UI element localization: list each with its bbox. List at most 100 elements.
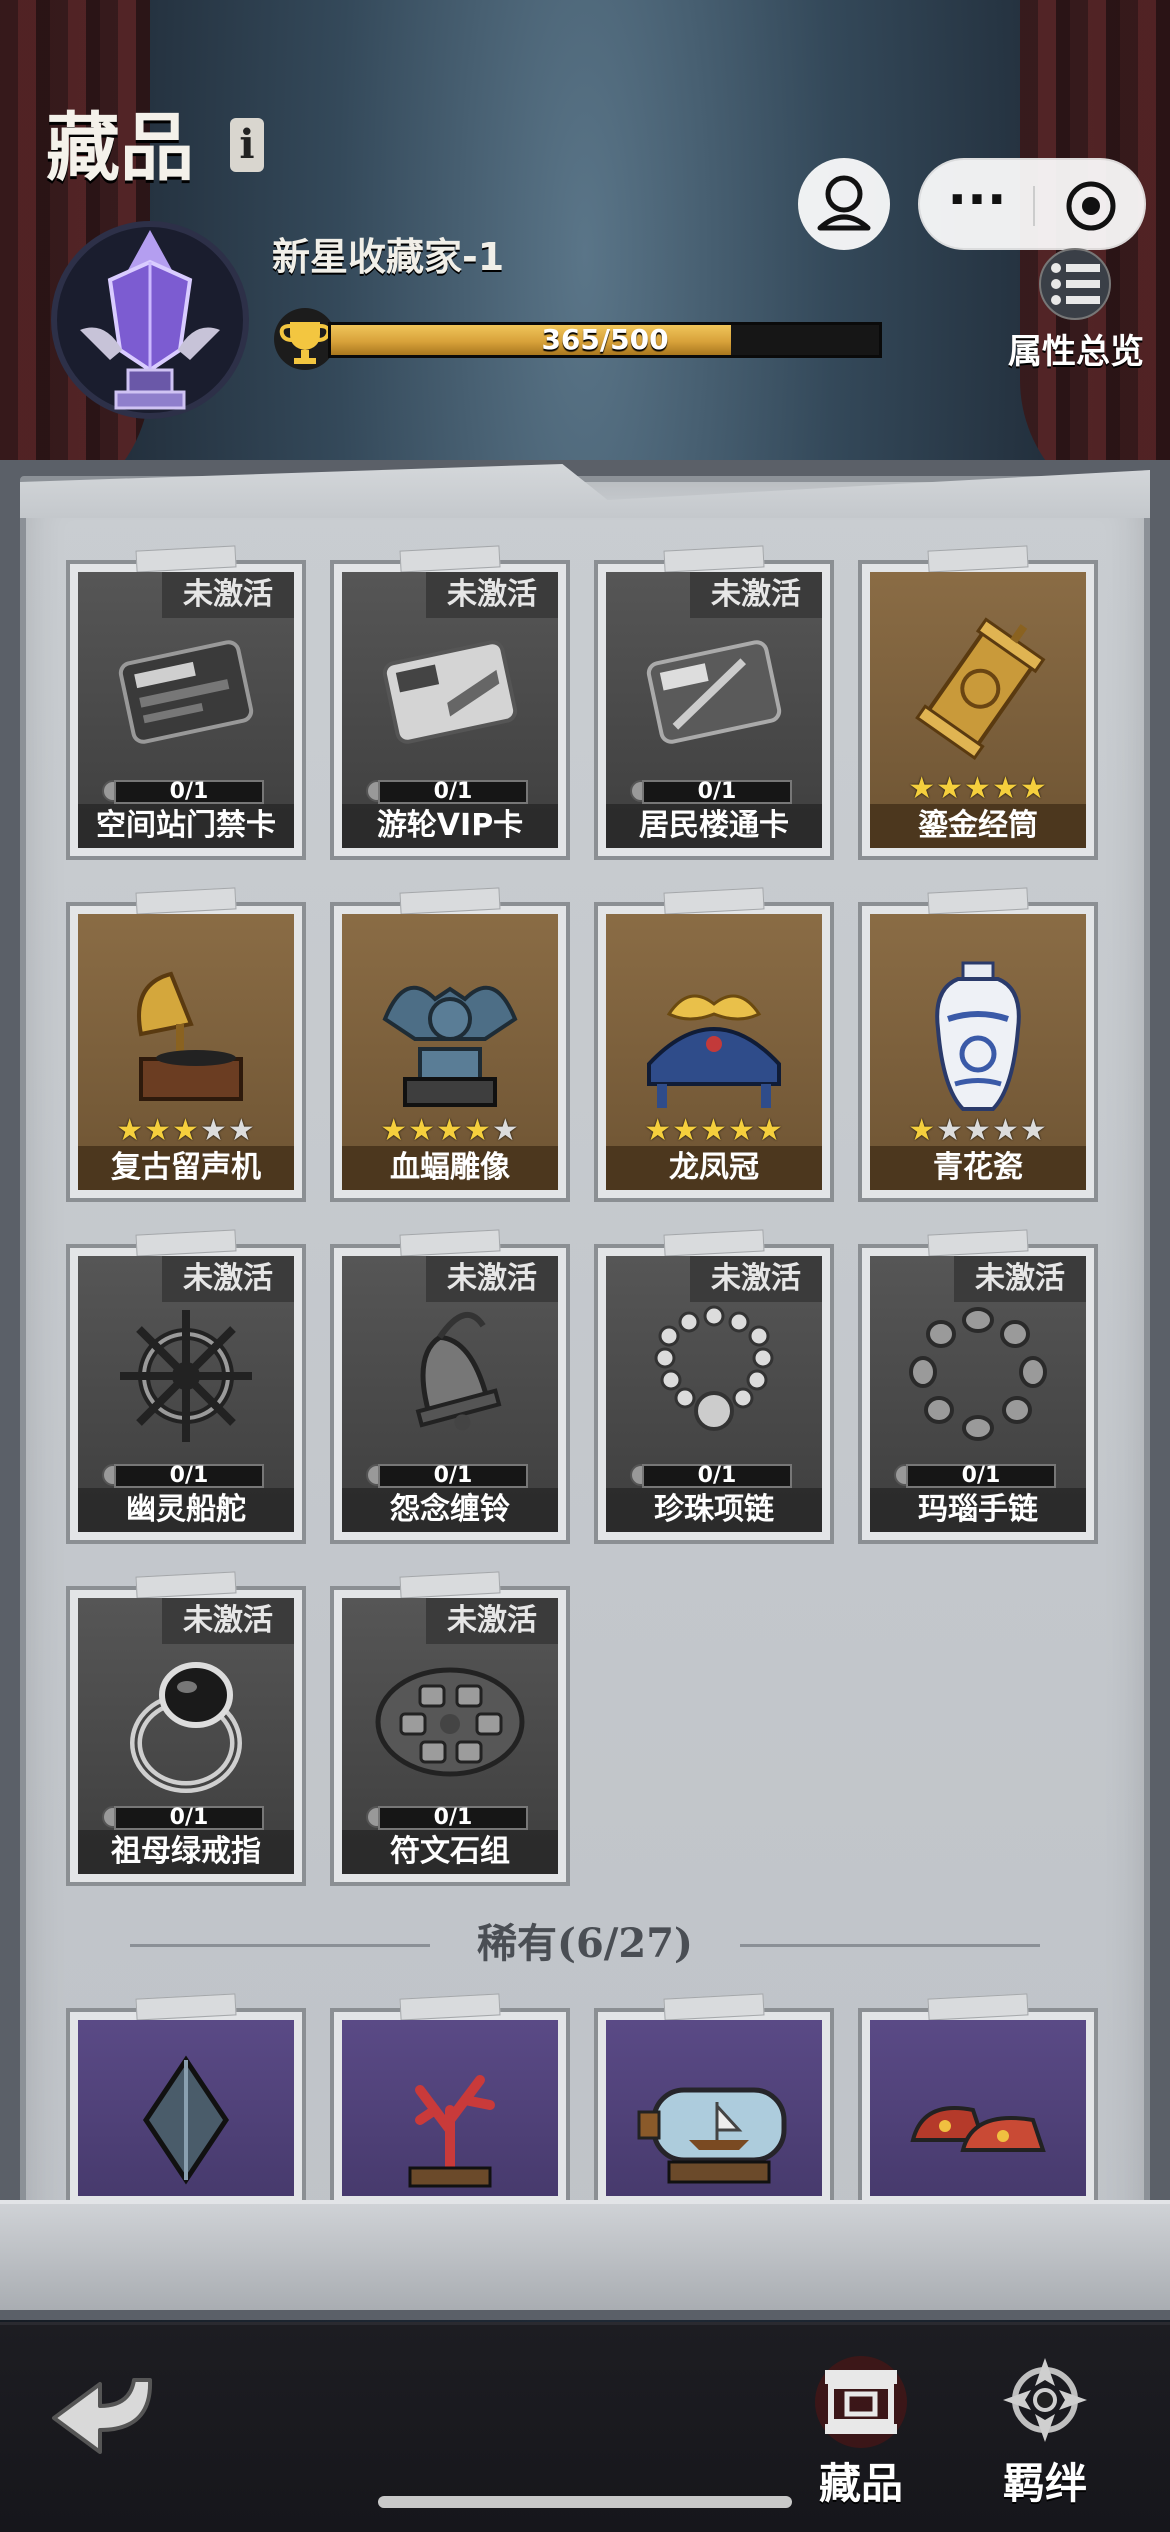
collection-card-7[interactable]: ★★★★★ 龙凤冠 xyxy=(594,887,834,1202)
collection-card-13[interactable]: 未激活 0/1 祖母绿戒指 xyxy=(66,1571,306,1886)
collection-icon xyxy=(815,2356,907,2448)
vip-card-icon xyxy=(342,612,558,772)
inactive-badge: 未激活 xyxy=(426,572,558,618)
card-progress: 0/1 xyxy=(378,1806,528,1830)
star-rating: ★★★★★ xyxy=(606,1114,822,1148)
tab-collection[interactable]: 藏品 xyxy=(796,2350,926,2510)
tab-bond[interactable]: 羁绊 xyxy=(980,2350,1110,2510)
back-arrow-icon[interactable] xyxy=(40,2360,170,2470)
card-inner: 未激活 0/1 祖母绿戒指 xyxy=(78,1598,294,1874)
rare-card-1[interactable] xyxy=(66,1993,306,2208)
card-name: 居民楼通卡 xyxy=(606,804,822,848)
card-progress: 0/1 xyxy=(378,1464,528,1488)
user-icon xyxy=(817,175,871,231)
card-inner: 未激活 0/1 空间站门禁卡 xyxy=(78,572,294,848)
card-name: 玛瑙手链 xyxy=(870,1488,1086,1532)
card-progress: 0/1 xyxy=(642,1464,792,1488)
card-inner: ★★★★★ 复古留声机 xyxy=(78,914,294,1190)
card-name: 血蝠雕像 xyxy=(342,1146,558,1190)
card-inner: ★★★★★ 青花瓷 xyxy=(870,914,1086,1190)
star-filled-icon: ★ xyxy=(408,1113,437,1148)
coral-icon xyxy=(342,2040,558,2200)
emerald-ring-icon xyxy=(78,1638,294,1798)
embroidered-shoes-icon xyxy=(870,2040,1086,2200)
inactive-badge: 未激活 xyxy=(162,1598,294,1644)
collection-card-8[interactable]: ★★★★★ 青花瓷 xyxy=(858,887,1098,1202)
inactive-badge: 未激活 xyxy=(426,1256,558,1302)
close-button[interactable] xyxy=(1034,160,1148,252)
collection-card-1[interactable]: 未激活 0/1 空间站门禁卡 xyxy=(66,545,306,860)
tab-collection-label: 藏品 xyxy=(818,2459,903,2508)
star-filled-icon: ★ xyxy=(755,1113,784,1148)
profile-button[interactable] xyxy=(798,158,890,250)
bell-icon xyxy=(342,1296,558,1456)
star-filled-icon: ★ xyxy=(172,1113,200,1148)
star-filled-icon: ★ xyxy=(436,1113,464,1148)
home-indicator xyxy=(378,2496,792,2508)
prayer-wheel-icon xyxy=(870,612,1086,772)
panel-bottom-edge xyxy=(0,2200,1170,2310)
star-empty-icon: ★ xyxy=(1019,1113,1048,1148)
collection-card-5[interactable]: ★★★★★ 复古留声机 xyxy=(66,887,306,1202)
collection-card-3[interactable]: 未激活 0/1 居民楼通卡 xyxy=(594,545,834,860)
card-inner: 未激活 0/1 居民楼通卡 xyxy=(606,572,822,848)
close-target-icon xyxy=(1066,181,1116,231)
star-filled-icon: ★ xyxy=(936,771,965,806)
star-filled-icon: ★ xyxy=(380,1113,409,1148)
collection-card-9[interactable]: 未激活 0/1 幽灵船舵 xyxy=(66,1229,306,1544)
inactive-badge: 未激活 xyxy=(690,572,822,618)
star-filled-icon: ★ xyxy=(908,771,937,806)
collection-card-10[interactable]: 未激活 0/1 怨念缠铃 xyxy=(330,1229,570,1544)
rare-section-divider: 稀有(6/27) xyxy=(130,1914,1040,1974)
star-rating: ★★★★★ xyxy=(342,1114,558,1148)
rare-card-4[interactable] xyxy=(858,1993,1098,2208)
collection-card-6[interactable]: ★★★★★ 血蝠雕像 xyxy=(330,887,570,1202)
card-name: 符文石组 xyxy=(342,1830,558,1874)
star-empty-icon: ★ xyxy=(936,1113,965,1148)
star-rating: ★★★★★ xyxy=(870,772,1086,806)
card-inner xyxy=(870,2020,1086,2196)
attributes-overview-button[interactable]: 属性总览 xyxy=(996,244,1156,374)
more-button[interactable]: ··· xyxy=(920,160,1034,252)
card-inner: 未激活 0/1 符文石组 xyxy=(342,1598,558,1874)
rank-badge-icon[interactable] xyxy=(50,210,250,430)
bond-icon xyxy=(1003,2358,1087,2442)
card-progress: 0/1 xyxy=(378,780,528,804)
info-icon[interactable]: i xyxy=(230,118,264,172)
star-empty-icon: ★ xyxy=(964,1113,992,1148)
collection-card-14[interactable]: 未激活 0/1 符文石组 xyxy=(330,1571,570,1886)
attributes-overview-label: 属性总览 xyxy=(1008,332,1144,372)
collection-card-2[interactable]: 未激活 0/1 游轮VIP卡 xyxy=(330,545,570,860)
star-filled-icon: ★ xyxy=(908,1113,937,1148)
progress-text: 365/500 xyxy=(541,323,669,356)
collection-card-4[interactable]: ★★★★★ 鎏金经筒 xyxy=(858,545,1098,860)
star-filled-icon: ★ xyxy=(672,1113,701,1148)
list-icon xyxy=(1039,248,1111,320)
card-inner xyxy=(606,2020,822,2196)
card-progress: 0/1 xyxy=(114,1464,264,1488)
ship-in-bottle-icon xyxy=(606,2040,822,2200)
phoenix-crown-icon xyxy=(606,954,822,1114)
card-inner: 未激活 0/1 珍珠项链 xyxy=(606,1256,822,1532)
crystal-shard-icon xyxy=(78,2040,294,2200)
collection-progress-bar: 365/500 xyxy=(328,322,882,358)
page-title: 藏品 xyxy=(46,105,194,191)
star-rating: ★★★★★ xyxy=(78,1114,294,1148)
inactive-badge: 未激活 xyxy=(954,1256,1086,1302)
collection-card-11[interactable]: 未激活 0/1 珍珠项链 xyxy=(594,1229,834,1544)
resident-card-icon xyxy=(606,612,822,772)
tab-bond-label: 羁绊 xyxy=(1002,2459,1087,2508)
card-inner xyxy=(342,2020,558,2196)
card-name: 幽灵船舵 xyxy=(78,1488,294,1532)
card-name: 珍珠项链 xyxy=(606,1488,822,1532)
card-progress: 0/1 xyxy=(114,1806,264,1830)
inactive-badge: 未激活 xyxy=(426,1598,558,1644)
card-name: 空间站门禁卡 xyxy=(78,804,294,848)
card-progress: 0/1 xyxy=(114,780,264,804)
collection-card-12[interactable]: 未激活 0/1 玛瑙手链 xyxy=(858,1229,1098,1544)
collector-title: 新星收藏家-1 xyxy=(272,235,505,279)
inactive-badge: 未激活 xyxy=(162,572,294,618)
rare-card-2[interactable] xyxy=(330,1993,570,2208)
star-filled-icon: ★ xyxy=(116,1113,145,1148)
rare-card-3[interactable] xyxy=(594,1993,834,2208)
